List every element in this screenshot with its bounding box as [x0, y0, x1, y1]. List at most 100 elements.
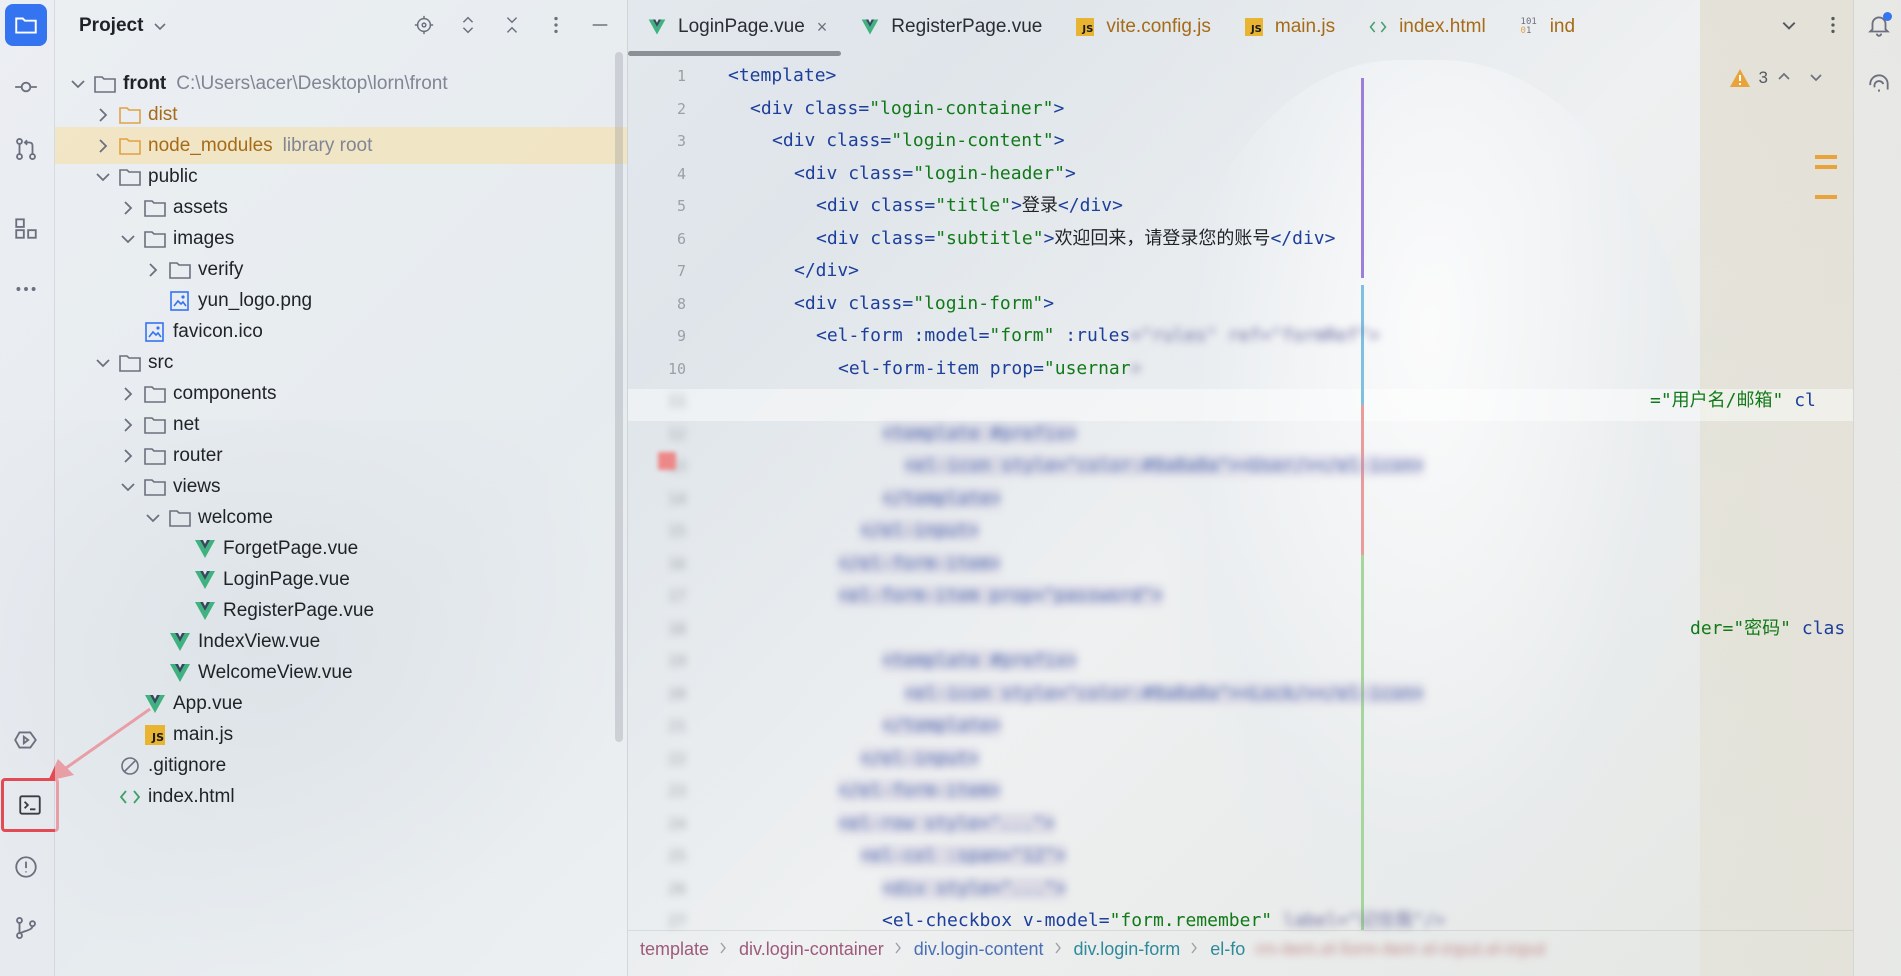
error-stripe-marks[interactable]	[1815, 155, 1837, 205]
hide-panel-button[interactable]	[587, 12, 613, 38]
code-line[interactable]: ="用户名/邮箱" cl	[1650, 385, 1816, 417]
code-line[interactable]: </template>	[882, 483, 1002, 515]
code-token: cl	[1783, 390, 1816, 411]
tree-item[interactable]: index.html	[55, 778, 627, 815]
code-line[interactable]: </el-input>	[860, 515, 980, 547]
chevron-down-icon[interactable]	[153, 19, 167, 33]
more-tools-button[interactable]	[5, 268, 47, 310]
chevron-down-icon[interactable]	[69, 75, 87, 93]
code-line[interactable]: der="密码" clas	[1690, 613, 1845, 645]
left-tool-stripe	[0, 0, 59, 976]
project-panel-title[interactable]: Project	[79, 15, 143, 37]
expand-all-button[interactable]	[455, 12, 481, 38]
tree-item-label: router	[173, 444, 223, 466]
code-line[interactable]: <el-row style="...">	[838, 808, 1055, 840]
code-line[interactable]: </el-form-item>	[838, 775, 1001, 807]
chevron-down-icon[interactable]	[144, 509, 162, 527]
code-line[interactable]: </el-form-item>	[838, 548, 1001, 580]
code-line[interactable]: </template>	[882, 710, 1002, 742]
editor-tab[interactable]: RegisterPage.vue	[841, 0, 1056, 54]
line-number: 23	[667, 782, 686, 800]
editor-tab[interactable]: JS vite.config.js	[1056, 0, 1225, 54]
editor-tab[interactable]: LoginPage.vue ×	[628, 0, 842, 56]
code-line[interactable]: <div style="...">	[882, 873, 1067, 905]
code-line[interactable]: <el-icon style="color:#8a8a8a"><User/></…	[904, 450, 1425, 482]
structure-tool-button[interactable]	[5, 207, 47, 249]
tree-item-label: ForgetPage.vue	[223, 537, 359, 559]
blurred-code: >	[1130, 357, 1142, 379]
chevron-down-icon[interactable]	[94, 354, 112, 372]
line-number: 17	[667, 587, 686, 605]
breadcrumb-item[interactable]: div.login-content	[902, 939, 1054, 960]
code-line[interactable]: <template #prefix>	[882, 418, 1078, 450]
pull-requests-tool-button[interactable]	[5, 128, 47, 170]
problems-tool-button[interactable]	[5, 846, 47, 888]
breadcrumb-item[interactable]: el-fo	[1198, 939, 1255, 960]
code-line[interactable]: <div class="login-form">	[794, 288, 1054, 320]
next-highlight-button[interactable]	[1809, 70, 1823, 89]
ai-assistant-button[interactable]	[1864, 68, 1894, 98]
line-number: 4	[676, 164, 686, 183]
line-number: 27	[667, 912, 686, 930]
tab-label: vite.config.js	[1106, 16, 1211, 37]
tabs-options-button[interactable]	[1821, 13, 1845, 37]
code-line[interactable]: <div class="login-header">	[794, 158, 1076, 190]
chevron-right-icon[interactable]	[94, 106, 112, 124]
collapse-all-button[interactable]	[499, 12, 525, 38]
chevron-right-icon[interactable]	[119, 385, 137, 403]
project-scrollbar[interactable]	[615, 52, 623, 742]
breadcrumb-item[interactable]: template	[628, 939, 719, 960]
git-tool-button[interactable]	[5, 907, 47, 949]
editor-tab[interactable]: 101 01 ind	[1500, 0, 1592, 54]
chevron-right-icon[interactable]	[94, 137, 112, 155]
tree-item-hint: C:\Users\acer\Desktop\lorn\front	[176, 72, 448, 94]
line-number: 16	[667, 554, 686, 573]
breadcrumb-item[interactable]: div.login-form	[1062, 939, 1191, 960]
commit-tool-button[interactable]	[5, 66, 47, 108]
previous-highlight-button[interactable]	[1777, 70, 1791, 89]
code-line[interactable]: <el-form-item prop="password">	[838, 580, 1164, 612]
tree-item-label: front	[123, 72, 167, 94]
chevron-right-icon[interactable]	[119, 447, 137, 465]
code-line[interactable]: <el-col :span="12">	[860, 840, 1066, 872]
code-line[interactable]: </el-input>	[860, 743, 980, 775]
code-line[interactable]: <el-icon style="color:#8a8a8a"><Lock/></…	[904, 678, 1425, 710]
expand-all-icon	[462, 16, 474, 34]
chevron-right-icon[interactable]	[144, 261, 162, 279]
code-line[interactable]: <el-form-item prop="usernar>	[838, 353, 1141, 385]
tabs-dropdown-button[interactable]	[1777, 13, 1801, 37]
code-token: <div	[816, 227, 871, 249]
notifications-button[interactable]	[1864, 10, 1894, 40]
options-button[interactable]	[543, 12, 569, 38]
chevron-down-icon[interactable]	[94, 168, 112, 186]
breadcrumb-item[interactable]: div.login-container	[727, 939, 894, 960]
vue-icon	[168, 631, 192, 653]
breakpoint-marker[interactable]	[658, 452, 676, 470]
chevron-down-icon[interactable]	[119, 478, 137, 496]
code-line[interactable]: <el-form :model="form" :rules="rules" re…	[816, 320, 1380, 352]
tree-item-label: IndexView.vue	[198, 630, 321, 652]
inspection-widget[interactable]: 3	[1729, 68, 1768, 88]
code-line[interactable]: <div class="title">登录</div>	[816, 190, 1123, 222]
code-line[interactable]: <div class="subtitle">欢迎回来，请登录您的账号</div>	[816, 223, 1335, 255]
line-number: 7	[676, 262, 686, 280]
services-tool-button[interactable]	[5, 719, 47, 761]
chevron-down-icon[interactable]	[119, 230, 137, 248]
code-line[interactable]: <div class="login-container">	[750, 93, 1064, 125]
tree-item-label: favicon.ico	[173, 320, 263, 342]
code-line[interactable]: <template>	[728, 60, 836, 92]
terminal-tool-button[interactable]	[1, 778, 59, 832]
chevron-right-icon[interactable]	[119, 199, 137, 217]
code-token: <div	[794, 162, 849, 184]
chevron-right-icon[interactable]	[119, 416, 137, 434]
minimize-icon	[592, 24, 608, 26]
code-line[interactable]: </div>	[794, 255, 859, 287]
close-tab-button[interactable]: ×	[817, 17, 828, 38]
locate-file-button[interactable]	[411, 12, 437, 38]
code-line[interactable]: <div class="login-content">	[772, 125, 1065, 157]
code-editor[interactable]: <template> <div class="login-container"> <…	[728, 60, 1845, 935]
editor-tab[interactable]: JS main.js	[1225, 0, 1349, 54]
editor-tab[interactable]: index.html	[1349, 0, 1500, 54]
code-line[interactable]: <template #prefix>	[882, 645, 1078, 677]
project-tool-button[interactable]	[5, 4, 47, 46]
